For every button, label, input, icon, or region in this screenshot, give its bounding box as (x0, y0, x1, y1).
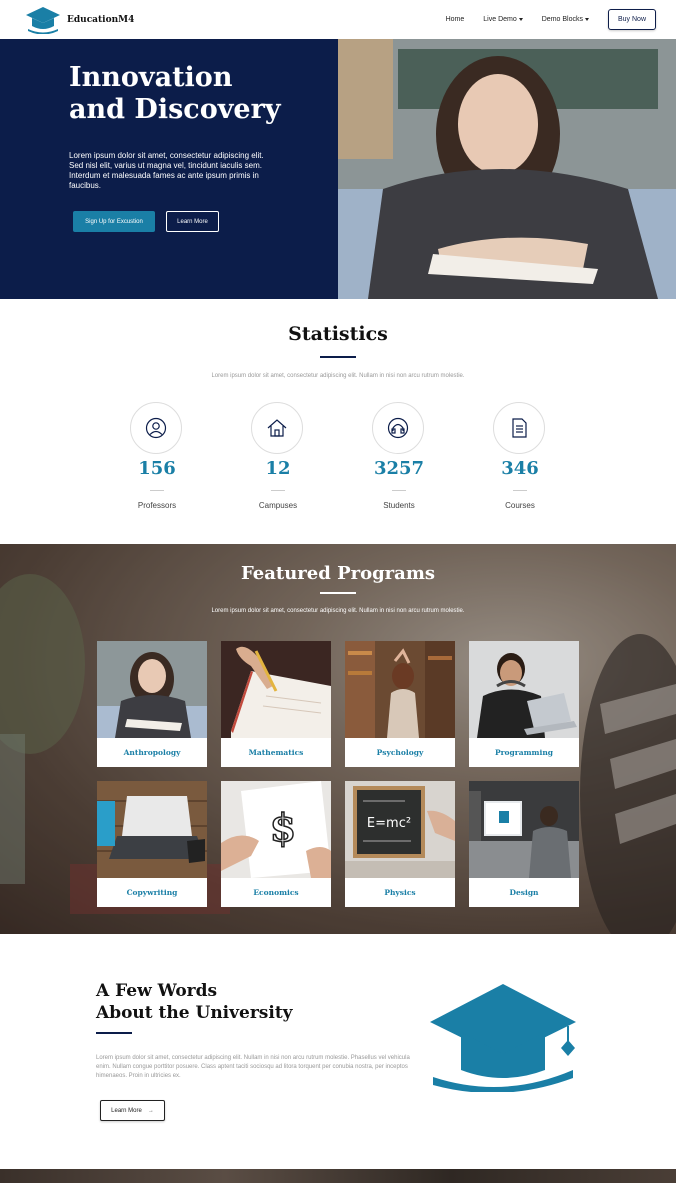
stat-value: 346 (501, 458, 539, 479)
program-image (469, 641, 579, 738)
nav-live-demo-label: Live Demo (483, 16, 517, 23)
caret-down-icon (584, 18, 589, 21)
brand-name: EducationM4 (67, 15, 135, 25)
stat-professors: 156 Professors (130, 402, 184, 510)
stat-courses: 346 Courses (493, 402, 547, 510)
program-label: Physics (384, 888, 416, 897)
program-card-copywriting[interactable]: Copywriting (97, 781, 207, 907)
program-image (97, 781, 207, 878)
program-card-anthropology[interactable]: Anthropology (97, 641, 207, 767)
stat-campuses: 12 Campuses (251, 402, 305, 510)
stat-students: 3257 Students (372, 402, 426, 510)
svg-text:E=mc²: E=mc² (367, 816, 411, 831)
program-card-physics[interactable]: E=mc² Physics (345, 781, 455, 907)
hero-text: Lorem ipsum dolor sit amet, consectetur … (69, 151, 264, 190)
statistics-divider (320, 356, 356, 358)
stat-label: Courses (505, 501, 535, 510)
headphones-icon (387, 417, 409, 439)
hero-title: Innovation and Discovery (69, 62, 329, 126)
graduation-cap-icon (430, 984, 576, 1092)
about-title: A Few Words About the University (96, 980, 356, 1024)
user-icon (145, 417, 167, 439)
program-image: E=mc² (345, 781, 455, 878)
svg-text:$: $ (270, 805, 296, 850)
program-label: Economics (253, 888, 299, 897)
program-card-economics[interactable]: $ Economics (221, 781, 331, 907)
arrow-right-icon: → (147, 1107, 154, 1114)
program-label: Psychology (376, 748, 424, 757)
about-learn-more-label: Learn More (111, 1107, 142, 1114)
stat-label: Professors (137, 501, 177, 510)
statistics-subtitle: Lorem ipsum dolor sit amet, consectetur … (211, 373, 465, 379)
stat-divider (150, 490, 164, 491)
program-image (221, 641, 331, 738)
graduation-cap-icon (26, 7, 60, 34)
caret-down-icon (518, 18, 523, 21)
program-card-mathematics[interactable]: Mathematics (221, 641, 331, 767)
footer-image-strip (0, 1169, 676, 1183)
stat-icon-circle (251, 402, 303, 454)
program-image (97, 641, 207, 738)
program-label: Anthropology (123, 748, 181, 757)
buy-now-button[interactable]: Buy Now (607, 9, 656, 30)
about-title-line2: About the University (96, 1003, 293, 1023)
stat-icon-circle (130, 402, 182, 454)
navbar: EducationM4 Home Live Demo Demo Blocks B… (0, 0, 676, 39)
program-label: Programming (494, 748, 554, 757)
nav-demo-blocks[interactable]: Demo Blocks (542, 16, 589, 23)
signup-button[interactable]: Sign Up for Excustion (73, 211, 155, 232)
hero-learn-more-button[interactable]: Learn More (166, 211, 219, 232)
nav-home-label: Home (445, 16, 465, 23)
hero-title-line2: and Discovery (69, 94, 281, 125)
program-image (469, 781, 579, 878)
stat-value: 3257 (373, 458, 425, 479)
nav-home[interactable]: Home (446, 16, 465, 23)
program-label: Design (509, 888, 539, 897)
nav-live-demo[interactable]: Live Demo (483, 16, 523, 23)
statistics-title: Statistics (288, 323, 388, 345)
about-learn-more-button[interactable]: Learn More → (100, 1100, 165, 1121)
featured-subtitle: Lorem ipsum dolor sit amet, consectetur … (211, 608, 465, 614)
stat-label: Students (383, 501, 415, 510)
featured-divider (320, 592, 356, 594)
stat-divider (392, 490, 406, 491)
featured-title: Featured Programs (240, 563, 436, 584)
about-text: Lorem ipsum dolor sit amet, consectetur … (96, 1055, 410, 1079)
about-divider (96, 1032, 132, 1034)
stat-value: 12 (265, 458, 291, 479)
stat-divider (513, 490, 527, 491)
stat-icon-circle (372, 402, 424, 454)
home-icon (267, 419, 287, 437)
program-card-design[interactable]: Design (469, 781, 579, 907)
hero-title-line1: Innovation (69, 62, 233, 93)
program-image: $ (221, 781, 331, 878)
hero-photo (338, 39, 676, 299)
stat-label: Campuses (258, 501, 298, 510)
document-icon (512, 418, 527, 438)
program-card-psychology[interactable]: Psychology (345, 641, 455, 767)
stat-divider (271, 490, 285, 491)
program-label: Copywriting (126, 888, 178, 897)
nav-menu: Home Live Demo Demo Blocks Buy Now (446, 9, 656, 30)
stat-icon-circle (493, 402, 545, 454)
stat-value: 156 (138, 458, 176, 479)
nav-demo-blocks-label: Demo Blocks (541, 16, 583, 23)
program-card-programming[interactable]: Programming (469, 641, 579, 767)
about-title-line1: A Few Words (96, 981, 218, 1001)
program-image (345, 641, 455, 738)
brand-logo[interactable]: EducationM4 (25, 6, 134, 34)
program-label: Mathematics (248, 748, 304, 757)
